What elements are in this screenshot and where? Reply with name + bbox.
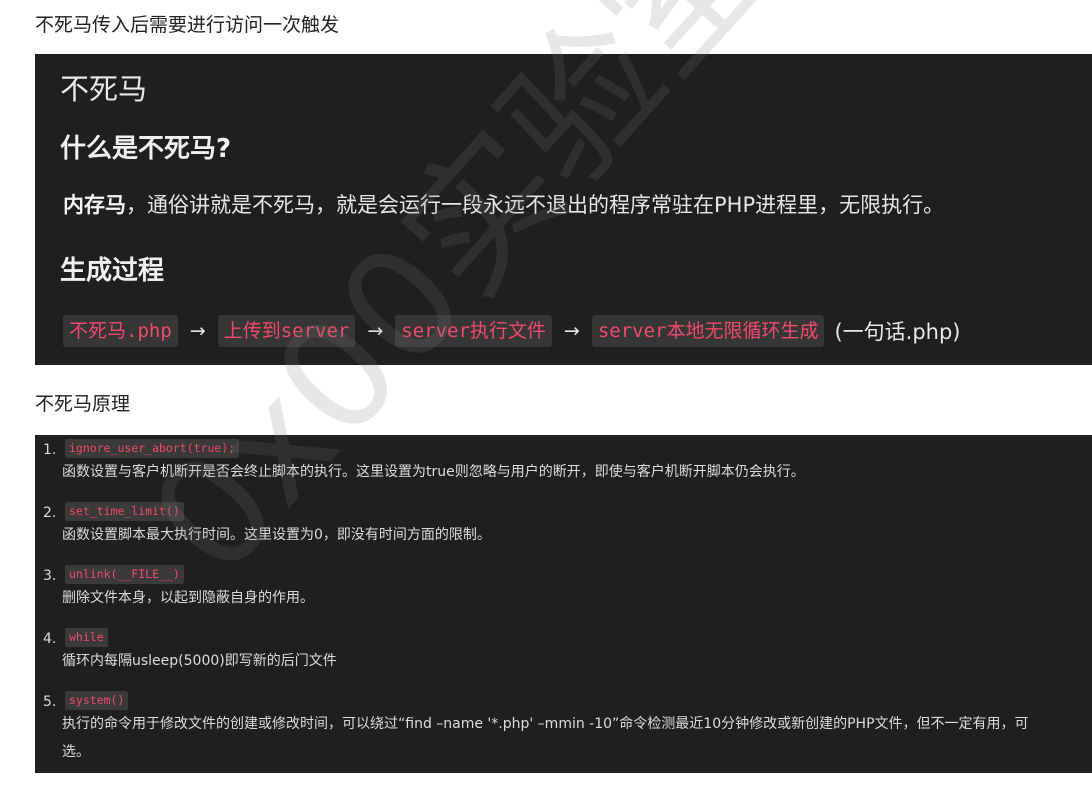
item-description: 函数设置与客户机断开是否会终止脚本的执行。这里设置为true则忽略与用户的断开，… [62, 464, 805, 480]
item-description: 函数设置脚本最大执行时间。这里设置为0，即没有时间方面的限制。 [62, 527, 491, 543]
what-is-heading: 什么是不死马? [60, 134, 232, 164]
flow-step-3: server执行文件 [395, 315, 552, 347]
item-number: 5. [43, 694, 57, 710]
memory-shell-term: 内存马 [63, 193, 126, 217]
process-heading: 生成过程 [60, 256, 165, 286]
intro-heading: 不死马传入后需要进行访问一次触发 [35, 14, 340, 36]
item-description: 执行的命令用于修改文件的创建或修改时间，可以绕过“find –name '*.p… [62, 716, 1029, 760]
principle-list: 1. ignore_user_abort(true); 函数设置与客户机断开是否… [35, 435, 1092, 773]
arrow-icon: → [189, 320, 206, 342]
item-number: 4. [43, 631, 57, 647]
arrow-icon: → [563, 320, 580, 342]
principle-heading: 不死马原理 [35, 393, 131, 415]
item-code: set_time_limit() [65, 502, 184, 521]
definition-block: 不死马 什么是不死马? 内存马，通俗讲就是不死马，就是会运行一段永远不退出的程序… [35, 54, 1092, 365]
item-code: system() [65, 691, 129, 710]
process-flow: 不死马.php → 上传到server → server执行文件 → serve… [63, 313, 960, 349]
item-description: 循环内每隔usleep(5000)即写新的后门文件 [62, 653, 337, 669]
flow-step-4: server本地无限循环生成 [591, 315, 825, 347]
definition-paragraph: 内存马，通俗讲就是不死马，就是会运行一段永远不退出的程序常驻在PHP进程里，无限… [63, 189, 944, 219]
item-description: 删除文件本身，以起到隐蔽自身的作用。 [62, 590, 314, 606]
definition-text: ，通俗讲就是不死马，就是会运行一段永远不退出的程序常驻在PHP进程里，无限执行。 [126, 193, 945, 217]
item-number: 1. [43, 442, 57, 458]
item-number: 2. [43, 505, 57, 521]
flow-result: (一句话.php) [834, 320, 961, 344]
flow-step-1: 不死马.php [63, 315, 178, 347]
arrow-icon: → [367, 320, 384, 342]
item-number: 3. [43, 568, 57, 584]
flow-step-2: 上传到server [217, 315, 356, 347]
block-title: 不死马 [60, 72, 148, 106]
item-code: ignore_user_abort(true); [65, 439, 240, 458]
item-code: unlink(__FILE__) [65, 565, 184, 584]
item-code: while [65, 628, 108, 647]
